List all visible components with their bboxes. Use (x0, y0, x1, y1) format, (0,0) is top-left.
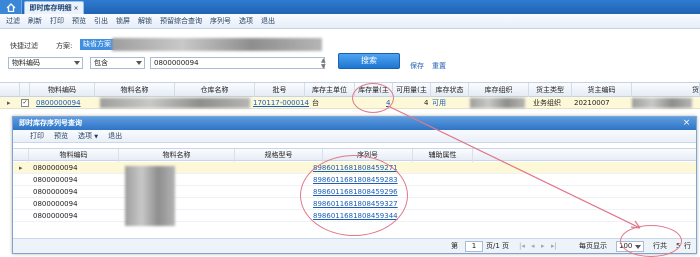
annotation-arrow (387, 105, 641, 229)
